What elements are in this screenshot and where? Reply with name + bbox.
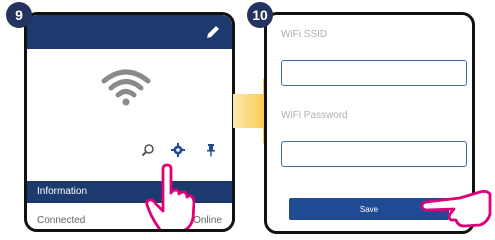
ssid-label: WiFi SSID — [281, 29, 328, 40]
pencil-icon[interactable] — [204, 23, 222, 41]
step-number-badge: 9 — [6, 2, 32, 28]
gear-icon[interactable] — [171, 143, 185, 157]
pin-icon[interactable] — [204, 143, 218, 157]
information-bar[interactable]: Information — [27, 181, 232, 203]
step-number-badge: 10 — [247, 2, 273, 28]
connection-value: Online — [193, 215, 222, 226]
password-label: WiFi Password — [281, 110, 348, 121]
connection-label: Connected — [37, 215, 86, 226]
panel-header — [27, 15, 232, 49]
password-input[interactable] — [281, 141, 467, 167]
wifi-icon — [101, 69, 151, 106]
search-icon[interactable] — [141, 143, 155, 157]
ssid-input[interactable] — [281, 60, 467, 86]
pointing-hand-icon — [145, 163, 195, 229]
device-panel: Information Connected Online — [24, 12, 235, 232]
pointing-hand-icon — [420, 189, 492, 228]
